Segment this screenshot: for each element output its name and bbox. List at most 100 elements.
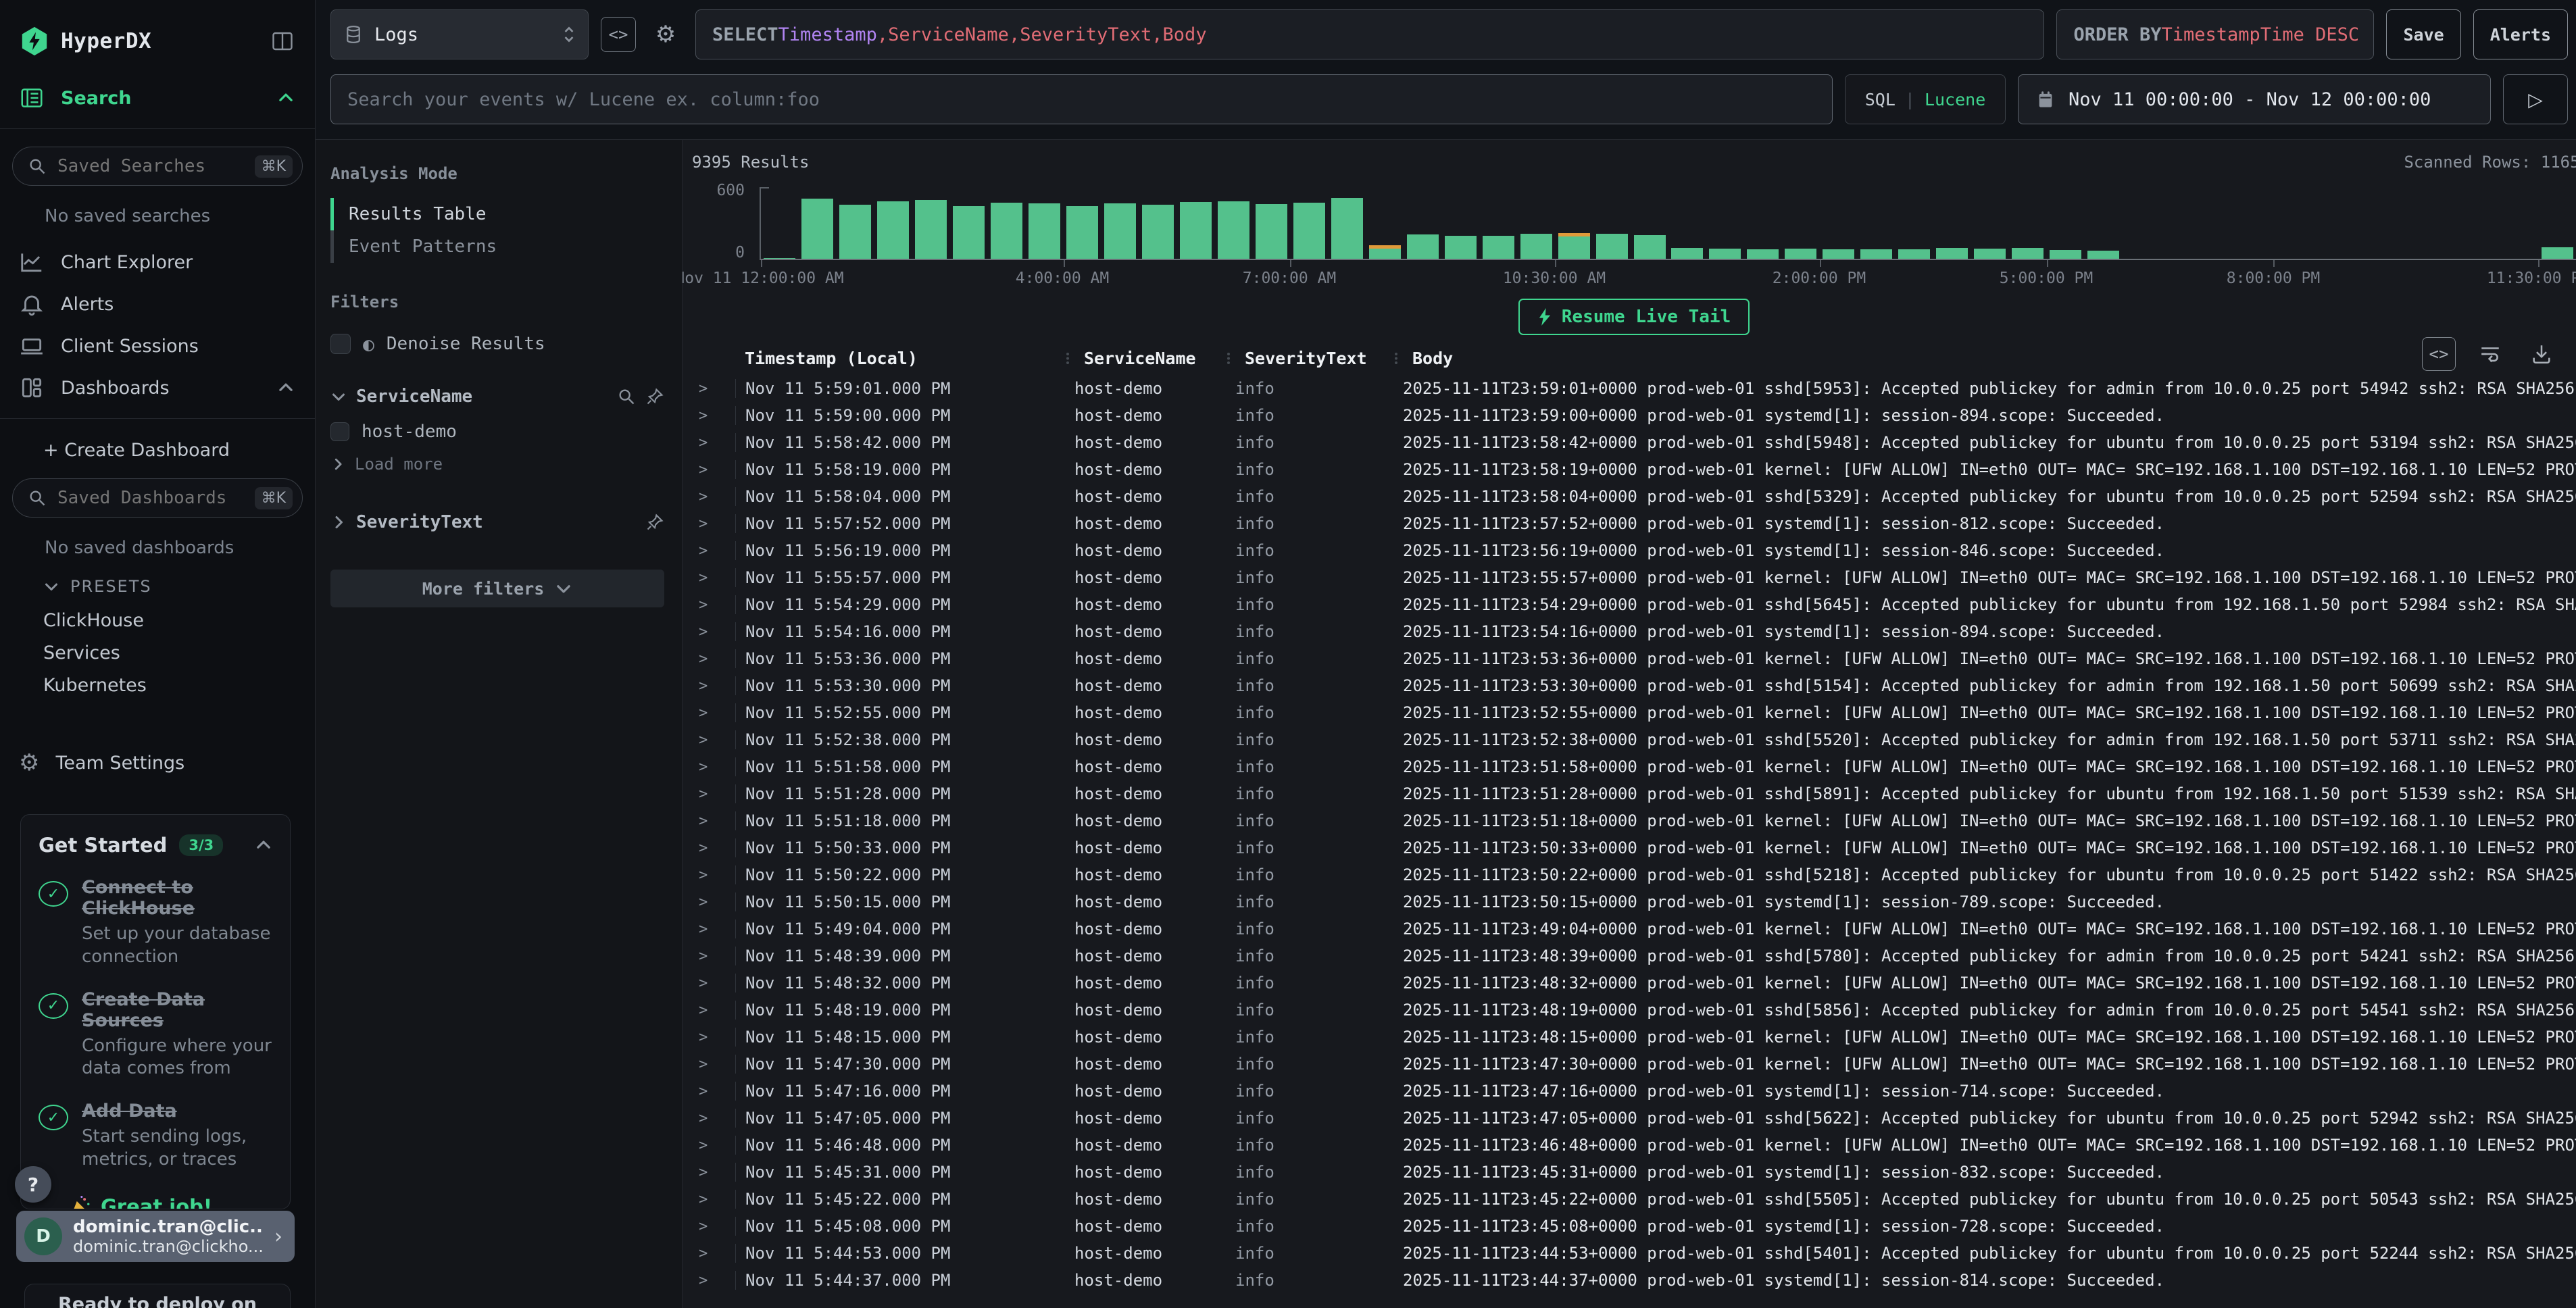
histogram-bar[interactable]: [1634, 235, 1666, 259]
table-row[interactable]: >Nov 11 5:46:48.000 PMhost-demoinfo2025-…: [692, 1132, 2576, 1159]
row-expand-chevron[interactable]: >: [692, 705, 735, 722]
row-expand-chevron[interactable]: >: [692, 867, 735, 884]
table-row[interactable]: >Nov 11 5:52:38.000 PMhost-demoinfo2025-…: [692, 726, 2576, 753]
histogram-bar[interactable]: [1445, 236, 1477, 259]
mode-results-table[interactable]: Results Table: [330, 198, 664, 230]
histogram-bar[interactable]: [1596, 234, 1628, 259]
download-icon[interactable]: [2525, 337, 2558, 371]
saved-dashboards-box[interactable]: ⌘K: [12, 478, 303, 518]
column-header-timestamp[interactable]: Timestamp (Local): [735, 349, 1074, 368]
row-expand-chevron[interactable]: >: [692, 1218, 735, 1235]
histogram-bar[interactable]: [1558, 233, 1590, 259]
row-expand-chevron[interactable]: >: [692, 407, 735, 424]
row-expand-chevron[interactable]: >: [692, 1083, 735, 1100]
sidebar-item-search[interactable]: Search: [0, 77, 315, 119]
row-expand-chevron[interactable]: >: [692, 975, 735, 992]
histogram-bar[interactable]: [1671, 248, 1703, 259]
table-row[interactable]: >Nov 11 5:57:52.000 PMhost-demoinfo2025-…: [692, 510, 2576, 537]
histogram-bar[interactable]: [1218, 201, 1249, 259]
load-more-button[interactable]: Load more: [330, 449, 664, 479]
table-row[interactable]: >Nov 11 5:47:30.000 PMhost-demoinfo2025-…: [692, 1051, 2576, 1078]
code-view-button[interactable]: <>: [601, 17, 636, 52]
sidebar-item-dashboards[interactable]: Dashboards: [0, 367, 315, 409]
histogram-bar[interactable]: [2087, 251, 2119, 259]
pin-icon[interactable]: [645, 513, 664, 532]
row-expand-chevron[interactable]: >: [692, 624, 735, 640]
histogram-bar[interactable]: [1180, 202, 1212, 259]
histogram-bar[interactable]: [991, 203, 1022, 259]
row-expand-chevron[interactable]: >: [692, 515, 735, 532]
histogram-bar[interactable]: [1785, 249, 1816, 259]
search-icon[interactable]: [617, 387, 636, 406]
preset-kubernetes[interactable]: Kubernetes: [0, 669, 315, 701]
create-dashboard-button[interactable]: + Create Dashboard: [0, 431, 315, 469]
source-select[interactable]: Logs: [330, 9, 589, 59]
sql-toggle[interactable]: SQL: [1865, 90, 1896, 109]
deploy-teaser-card[interactable]: Ready to deploy on: [24, 1284, 291, 1308]
histogram-bar[interactable]: [1142, 205, 1174, 259]
table-row[interactable]: >Nov 11 5:54:16.000 PMhost-demoinfo2025-…: [692, 618, 2576, 645]
row-expand-chevron[interactable]: >: [692, 813, 735, 830]
get-started-item[interactable]: ✓ Connect to ClickHouse Set up your data…: [39, 877, 272, 969]
row-expand-chevron[interactable]: >: [692, 1272, 735, 1289]
histogram-bar[interactable]: [801, 199, 833, 259]
row-expand-chevron[interactable]: >: [692, 461, 735, 478]
table-row[interactable]: >Nov 11 5:54:29.000 PMhost-demoinfo2025-…: [692, 591, 2576, 618]
get-started-item[interactable]: ✓ Create Data Sources Configure where yo…: [39, 989, 272, 1081]
preset-clickhouse[interactable]: ClickHouse: [0, 604, 315, 636]
row-expand-chevron[interactable]: >: [692, 840, 735, 857]
table-row[interactable]: >Nov 11 5:48:39.000 PMhost-demoinfo2025-…: [692, 942, 2576, 970]
table-row[interactable]: >Nov 11 5:58:42.000 PMhost-demoinfo2025-…: [692, 429, 2576, 456]
chevron-up-icon[interactable]: [277, 379, 295, 397]
row-expand-chevron[interactable]: >: [692, 678, 735, 695]
lucene-toggle[interactable]: Lucene: [1925, 90, 1985, 109]
resume-live-tail-button[interactable]: Resume Live Tail: [1518, 299, 1750, 335]
sidebar-item-alerts[interactable]: Alerts: [0, 283, 315, 325]
table-row[interactable]: >Nov 11 5:56:19.000 PMhost-demoinfo2025-…: [692, 537, 2576, 564]
sidebar-item-team-settings[interactable]: ⚙ Team Settings: [0, 742, 315, 784]
column-config-button[interactable]: <>: [2422, 337, 2456, 371]
row-expand-chevron[interactable]: >: [692, 1056, 735, 1073]
saved-searches-box[interactable]: ⌘K: [12, 147, 303, 186]
preset-services[interactable]: Services: [0, 636, 315, 669]
histogram-bar[interactable]: [1369, 245, 1401, 259]
filter-group-severitytext[interactable]: SeverityText: [330, 505, 664, 540]
table-row[interactable]: >Nov 11 5:59:00.000 PMhost-demoinfo2025-…: [692, 402, 2576, 429]
row-expand-chevron[interactable]: >: [692, 570, 735, 586]
histogram-bar[interactable]: [1823, 249, 1854, 259]
user-menu[interactable]: D dominic.tran@clic... dominic.tran@clic…: [16, 1211, 295, 1262]
table-row[interactable]: >Nov 11 5:47:16.000 PMhost-demoinfo2025-…: [692, 1078, 2576, 1105]
table-row[interactable]: >Nov 11 5:51:58.000 PMhost-demoinfo2025-…: [692, 753, 2576, 780]
row-expand-chevron[interactable]: >: [692, 759, 735, 776]
table-row[interactable]: >Nov 11 5:58:19.000 PMhost-demoinfo2025-…: [692, 456, 2576, 483]
row-expand-chevron[interactable]: >: [692, 786, 735, 803]
row-expand-chevron[interactable]: >: [692, 732, 735, 749]
saved-dashboards-input[interactable]: [57, 488, 244, 508]
denoise-checkbox[interactable]: [330, 334, 351, 354]
order-by-query[interactable]: ORDER BY TimestampTime DESC: [2056, 9, 2374, 59]
chevron-up-icon[interactable]: [277, 89, 295, 107]
histogram-bar[interactable]: [1936, 248, 1968, 259]
histogram-bar[interactable]: [764, 258, 795, 259]
histogram-bar[interactable]: [915, 200, 947, 259]
row-expand-chevron[interactable]: >: [692, 597, 735, 613]
help-button[interactable]: ?: [15, 1166, 51, 1203]
row-expand-chevron[interactable]: >: [692, 543, 735, 559]
pin-icon[interactable]: [645, 387, 664, 406]
row-expand-chevron[interactable]: >: [692, 1029, 735, 1046]
row-expand-chevron[interactable]: >: [692, 948, 735, 965]
histogram-bar[interactable]: [1709, 249, 1741, 259]
histogram-bar[interactable]: [1256, 204, 1287, 259]
select-query[interactable]: SELECT Timestamp,ServiceName,SeverityTex…: [695, 9, 2044, 59]
row-expand-chevron[interactable]: >: [692, 488, 735, 505]
table-row[interactable]: >Nov 11 5:53:30.000 PMhost-demoinfo2025-…: [692, 672, 2576, 699]
histogram-bar[interactable]: [1520, 234, 1552, 259]
sidebar-collapse-icon[interactable]: [270, 29, 295, 53]
row-expand-chevron[interactable]: >: [692, 1164, 735, 1181]
table-row[interactable]: >Nov 11 5:55:57.000 PMhost-demoinfo2025-…: [692, 564, 2576, 591]
histogram-bar[interactable]: [1066, 206, 1098, 259]
host-demo-checkbox[interactable]: [330, 422, 349, 441]
chevron-up-icon[interactable]: [255, 836, 272, 854]
row-expand-chevron[interactable]: >: [692, 1191, 735, 1208]
table-row[interactable]: >Nov 11 5:49:04.000 PMhost-demoinfo2025-…: [692, 915, 2576, 942]
